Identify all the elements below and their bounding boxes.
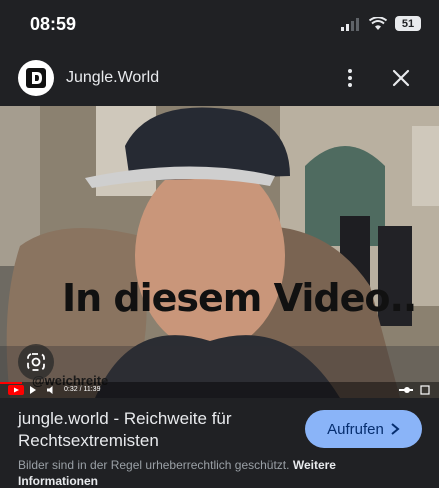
jungle-world-logo-icon[interactable] <box>18 60 54 96</box>
visit-button-label: Aufrufen <box>327 420 384 438</box>
learn-more-link[interactable]: Weitere <box>293 458 336 472</box>
wifi-icon <box>369 16 387 30</box>
result-info: jungle.world - Reichweite für Rechtsextr… <box>0 398 439 488</box>
play-icon <box>30 386 36 394</box>
image-scene <box>0 106 439 398</box>
copyright-notice: Bilder sind in der Regel urheberrechtlic… <box>18 457 428 474</box>
lens-search-icon[interactable] <box>18 344 54 380</box>
battery-icon: 51 <box>395 16 421 31</box>
close-icon[interactable] <box>388 64 414 92</box>
signal-icon <box>341 17 359 31</box>
copyright-text: Bilder sind in der Regel urheberrechtlic… <box>18 458 290 472</box>
video-time: 0:32 / 11:39 <box>64 386 101 393</box>
status-icons: 51 <box>341 16 421 31</box>
status-bar: 08:59 51 <box>0 0 439 52</box>
chevron-right-icon <box>391 423 400 435</box>
video-progress <box>0 382 22 384</box>
more-vert-icon[interactable] <box>340 64 360 92</box>
video-player-bar: 0:32 / 11:39 <box>0 382 439 398</box>
fullscreen-icon <box>420 385 430 395</box>
youtube-icon <box>8 385 24 395</box>
learn-more-link-cont[interactable]: Informationen <box>18 474 98 488</box>
viewer-header: Jungle.World <box>0 52 439 106</box>
result-title[interactable]: jungle.world - Reichweite für Rechtsextr… <box>18 408 288 452</box>
status-time: 08:59 <box>30 14 77 34</box>
learn-more-link-cont-text[interactable]: Informationen <box>18 474 98 488</box>
visit-button[interactable]: Aufrufen <box>305 410 422 448</box>
site-name[interactable]: Jungle.World <box>66 69 159 87</box>
video-overlay-caption: In diesem Video.. <box>62 276 417 320</box>
volume-icon <box>47 386 53 394</box>
result-image[interactable]: In diesem Video.. @weichreite 0:32 / 11:… <box>0 106 439 398</box>
settings-icon <box>399 387 413 393</box>
